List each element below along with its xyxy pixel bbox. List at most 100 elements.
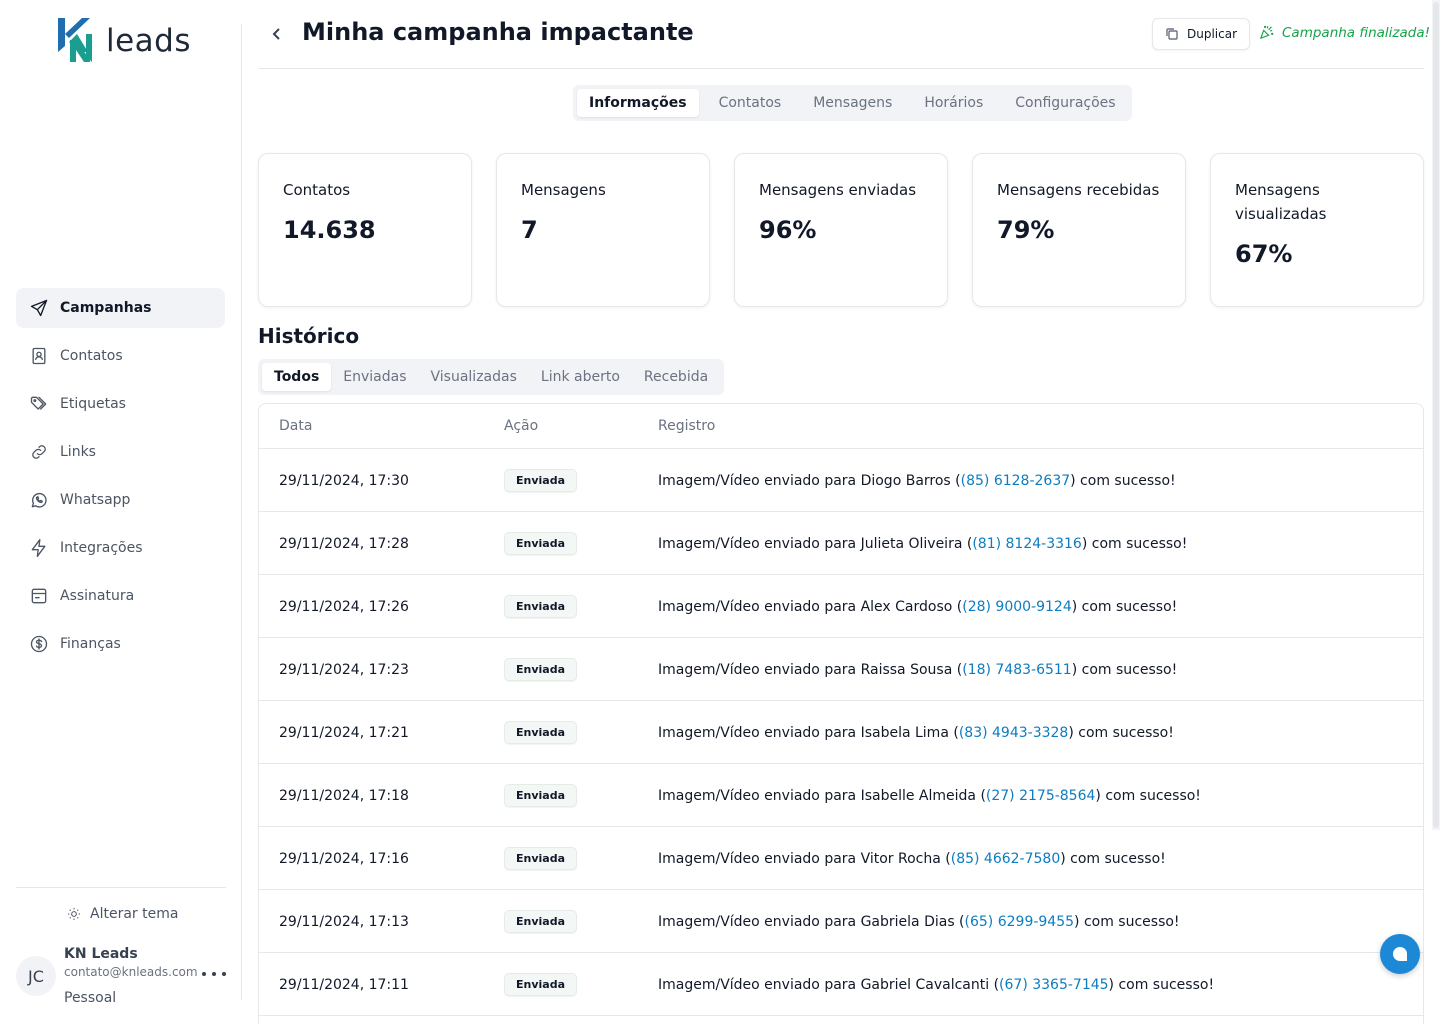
sidebar-item-links[interactable]: Links: [16, 432, 225, 472]
phone-link[interactable]: (85) 4662-7580: [951, 851, 1061, 867]
column-header-acao[interactable]: Ação: [504, 418, 538, 434]
stat-value: 96%: [759, 216, 817, 244]
sidebar-item-integracoes[interactable]: Integrações: [16, 528, 225, 568]
sun-icon: [68, 908, 80, 920]
column-header-registro[interactable]: Registro: [658, 418, 715, 434]
dollar-icon: [28, 633, 50, 655]
chat-button[interactable]: [1380, 934, 1420, 974]
scrollbar-thumb[interactable]: [1433, 2, 1439, 828]
sidebar-item-label: Whatsapp: [60, 492, 131, 508]
history-title: Histórico: [258, 324, 360, 348]
registro-text: Imagem/Vídeo enviado para Gabriel Cavalc…: [658, 976, 1000, 993]
row-action: Enviada: [504, 827, 578, 890]
row-action: Enviada: [504, 953, 578, 1016]
registro-text: Imagem/Vídeo enviado para Raissa Sousa (: [658, 661, 963, 678]
phone-link[interactable]: (27) 2175-8564: [986, 788, 1096, 804]
table-body: 29/11/2024, 17:30 Enviada Imagem/Vídeo env…: [259, 449, 1423, 1016]
phone-link[interactable]: (18) 7483-6511: [962, 662, 1072, 678]
duplicate-button[interactable]: Duplicar: [1152, 18, 1250, 50]
phone-link[interactable]: (67) 3365-7145: [999, 977, 1109, 993]
table-row[interactable]: 29/11/2024, 17:30 Enviada Imagem/Vídeo env…: [259, 449, 1423, 512]
logo-text: leads: [106, 23, 192, 59]
user-name: KN Leads: [64, 946, 138, 962]
brand-logo[interactable]: leads: [56, 16, 191, 64]
row-date: 29/11/2024, 17:18: [279, 787, 409, 804]
row-date: 29/11/2024, 17:13: [279, 913, 409, 930]
sidebar-divider: [16, 887, 226, 888]
row-registro: Imagem/Vídeo enviado para Isabelle Almei…: [658, 764, 1201, 827]
action-badge: Enviada: [504, 973, 578, 996]
copy-icon: [1166, 28, 1178, 40]
sidebar-item-whatsapp[interactable]: Whatsapp: [16, 480, 225, 520]
user-profile: JC KN Leads contato@knleads.com Pessoal: [16, 944, 230, 1014]
tags-icon: [28, 393, 50, 415]
stat-card-contatos: Contatos 14.638: [258, 153, 472, 307]
tab-contatos[interactable]: Contatos: [707, 89, 794, 117]
row-date: 29/11/2024, 17:26: [279, 598, 409, 615]
table-row[interactable]: 29/11/2024, 17:13 Enviada Imagem/Vídeo env…: [259, 890, 1423, 953]
avatar[interactable]: JC: [16, 956, 56, 996]
registro-text: Imagem/Vídeo enviado para Alex Cardoso (: [658, 598, 963, 615]
column-header-data[interactable]: Data: [279, 418, 312, 434]
sidebar-item-assinatura[interactable]: Assinatura: [16, 576, 225, 616]
tab-informacoes[interactable]: Informações: [577, 89, 699, 117]
table-header: Data Ação Registro: [259, 404, 1423, 449]
action-badge: Enviada: [504, 721, 578, 744]
filter-recebida[interactable]: Recebida: [632, 363, 720, 391]
row-registro: Imagem/Vídeo enviado para Isabela Lima (…: [658, 701, 1174, 764]
stat-value: 14.638: [283, 216, 376, 244]
filter-enviadas[interactable]: Enviadas: [331, 363, 418, 391]
table-row[interactable]: 29/11/2024, 17:16 Enviada Imagem/Vídeo env…: [259, 827, 1423, 890]
page-title: Minha campanha impactante: [302, 18, 694, 46]
row-registro: Imagem/Vídeo enviado para Alex Cardoso (…: [658, 575, 1177, 638]
duplicate-label: Duplicar: [1186, 27, 1237, 41]
row-date: 29/11/2024, 17:28: [279, 535, 409, 552]
contact-book-icon: [28, 345, 50, 367]
user-email: contato@knleads.com: [64, 965, 198, 979]
row-registro: Imagem/Vídeo enviado para Raissa Sousa (…: [658, 638, 1177, 701]
filter-link-aberto[interactable]: Link aberto: [529, 363, 632, 391]
phone-link[interactable]: (65) 6299-9455: [965, 914, 1075, 930]
row-date: 29/11/2024, 17:23: [279, 661, 409, 678]
sidebar-item-label: Finanças: [60, 636, 121, 652]
row-action: Enviada: [504, 575, 578, 638]
back-button[interactable]: [266, 22, 288, 46]
table-row[interactable]: 29/11/2024, 17:26 Enviada Imagem/Vídeo env…: [259, 575, 1423, 638]
phone-link[interactable]: (28) 9000-9124: [962, 599, 1072, 615]
table-row[interactable]: 29/11/2024, 17:18 Enviada Imagem/Vídeo env…: [259, 764, 1423, 827]
table-row[interactable]: 29/11/2024, 17:11 Enviada Imagem/Vídeo env…: [259, 953, 1423, 1016]
link-icon: [28, 441, 50, 463]
whatsapp-icon: [28, 489, 50, 511]
phone-link[interactable]: (83) 4943-3328: [959, 725, 1069, 741]
sidebar-item-contatos[interactable]: Contatos: [16, 336, 225, 376]
tab-configuracoes[interactable]: Configurações: [1003, 89, 1127, 117]
phone-link[interactable]: (85) 6128-2637: [961, 473, 1071, 489]
sidebar-item-etiquetas[interactable]: Etiquetas: [16, 384, 225, 424]
row-registro: Imagem/Vídeo enviado para Julieta Olivei…: [658, 512, 1187, 575]
phone-link[interactable]: (81) 8124-3316: [972, 536, 1082, 552]
filter-todos[interactable]: Todos: [262, 363, 332, 391]
history-filters: Todos Enviadas Visualizadas Link aberto …: [258, 359, 725, 395]
theme-toggle-button[interactable]: Alterar tema: [66, 906, 178, 922]
stat-label: Mensagens: [521, 181, 606, 199]
more-options-icon[interactable]: [202, 966, 226, 982]
tab-mensagens[interactable]: Mensagens: [801, 89, 904, 117]
table-row[interactable]: 29/11/2024, 17:23 Enviada Imagem/Vídeo env…: [259, 638, 1423, 701]
row-registro: Imagem/Vídeo enviado para Gabriel Cavalc…: [658, 953, 1214, 1016]
stat-label: Contatos: [283, 181, 351, 199]
sidebar-item-financas[interactable]: Finanças: [16, 624, 225, 664]
sidebar-item-campanhas[interactable]: Campanhas: [16, 288, 225, 328]
chevron-left-icon: [272, 28, 280, 40]
table-row[interactable]: 29/11/2024, 17:28 Enviada Imagem/Vídeo env…: [259, 512, 1423, 575]
registro-text: Imagem/Vídeo enviado para Isabela Lima (: [658, 724, 959, 741]
sidebar-item-label: Contatos: [60, 348, 123, 364]
action-badge: Enviada: [504, 595, 578, 618]
tab-horarios[interactable]: Horários: [912, 89, 995, 117]
filter-visualizadas[interactable]: Visualizadas: [419, 363, 529, 391]
registro-suffix: ) com sucesso!: [1071, 661, 1178, 678]
stat-label: Mensagens recebidas: [997, 181, 1160, 199]
stat-card-enviadas: Mensagens enviadas 96%: [734, 153, 948, 307]
stat-label: Mensagens visualizadas: [1235, 181, 1327, 223]
row-date: 29/11/2024, 17:11: [279, 976, 409, 993]
table-row[interactable]: 29/11/2024, 17:21 Enviada Imagem/Vídeo env…: [259, 701, 1423, 764]
